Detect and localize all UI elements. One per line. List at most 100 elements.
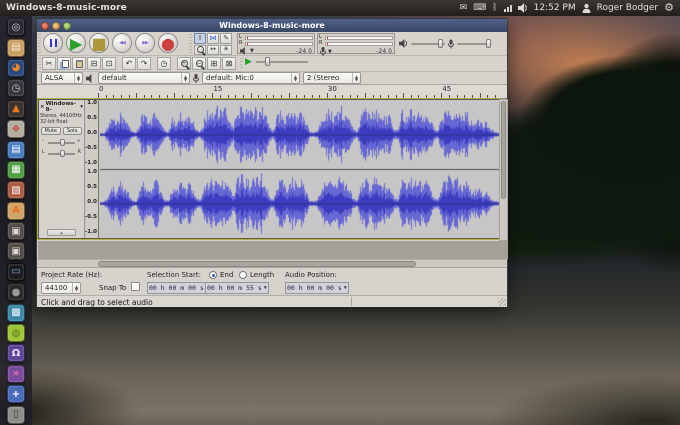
launcher-item-libreoffice-impress[interactable]: ▧ [0,180,32,200]
audio-host-select[interactable]: ALSA ▲ ▼ [41,72,83,84]
mute-button[interactable]: Mute [41,127,61,135]
playback-device-select[interactable]: default ▲ ▼ [98,72,190,84]
launcher-item-libreoffice-writer[interactable]: ▤ [0,139,32,159]
minimize-button[interactable] [52,21,60,30]
recording-device-select[interactable]: default: Mic:0 ▲ ▼ [202,72,300,84]
toolbar-grip[interactable] [189,34,192,53]
envelope-tool-button[interactable]: ⋈ [207,33,219,44]
window-titlebar[interactable]: Windows-8-music-more [37,19,507,32]
undo-button[interactable]: ↶ [122,57,136,70]
launcher-item-ubuntu-one[interactable]: ◍ [0,323,32,343]
vertical-scrollbar[interactable] [499,99,508,241]
transport-toolbar: ▶ ■ ◀◀ ▶▶ ● [43,33,178,53]
channels-select[interactable]: 2 (Stereo ▲ ▼ [303,72,361,84]
track-menu-icon[interactable]: ▾ [80,104,83,110]
ruler-tick [227,95,229,98]
play-button[interactable]: ▶ [66,33,86,53]
solo-button[interactable]: Solo [62,127,82,135]
zoom-tool-button[interactable] [194,44,206,55]
network-icon[interactable] [503,4,512,12]
audio-track[interactable]: × Windows-8- ▾ Stereo, 44100Hz 32-bit fl… [38,99,499,239]
track-background-area[interactable] [38,241,508,259]
waveform-display[interactable] [100,100,499,238]
launcher-item-libreoffice-calc[interactable]: ▦ [0,160,32,180]
skip-start-button[interactable]: ◀◀ [112,33,132,53]
skip-end-button[interactable]: ▶▶ [135,33,155,53]
pan-slider[interactable]: L R [42,149,81,157]
horizontal-scrollbar[interactable] [38,259,506,267]
launcher-item-installer[interactable]: + [0,384,32,404]
image-viewer-icon: ▭ [7,262,25,281]
stop-button[interactable]: ■ [89,33,109,53]
zoom-in-button[interactable] [177,57,191,70]
volume-icon[interactable] [517,3,528,13]
snap-to-checkbox[interactable] [131,282,140,291]
launcher-item-photos[interactable]: ❖ [0,119,32,139]
dropdown-arrow-icon[interactable]: ▼ [250,48,254,54]
selection-end-field[interactable]: 00 h 00 m 55 s ▼ [205,282,269,294]
track-close-icon[interactable]: × [40,104,45,110]
mail-icon[interactable]: ✉ [460,0,468,16]
bluetooth-icon[interactable]: ᛒ [492,0,497,16]
launcher-item-video-editor[interactable]: ▩ [0,302,32,322]
sync-lock-button[interactable]: ◷ [157,57,171,70]
launcher-item-screencast-tool[interactable]: ▣ [0,241,32,261]
clock[interactable]: 12:52 PM [534,3,576,13]
length-radio[interactable] [239,271,247,279]
launcher-item-webcam-app[interactable]: ● [0,282,32,302]
status-message: Click and drag to select audio [41,298,153,307]
redo-button[interactable]: ↷ [137,57,151,70]
zoom-out-button[interactable] [192,57,206,70]
time-shift-tool-button[interactable]: ↔ [207,44,219,55]
ruler-tick [365,93,367,98]
play-icon: ▶ [69,33,83,53]
launcher-item-dash-home[interactable]: ◎ [0,17,32,37]
dropdown-arrow-icon[interactable]: ▼ [328,49,332,55]
resize-grip[interactable] [498,298,506,306]
selection-tool-button[interactable]: Ι [194,33,206,44]
play-at-speed-icon[interactable]: ▶ [245,57,252,67]
output-volume-slider[interactable] [411,38,445,48]
fit-selection-button[interactable]: ⊞ [207,57,221,70]
draw-tool-button[interactable]: ✎ [220,33,232,44]
launcher-item-clock-app[interactable]: ◷ [0,78,32,98]
toolbar-grip[interactable] [38,58,41,69]
track-collapse-button[interactable]: ▴ [47,229,76,236]
launcher-item-screenshot-tool[interactable]: ▣ [0,221,32,241]
toolbar-grip[interactable] [38,34,41,53]
paste-button[interactable] [72,57,86,70]
record-button[interactable]: ● [158,33,178,53]
cut-button[interactable]: ✂ [42,57,56,70]
launcher-item-firefox[interactable]: ◕ [0,58,32,78]
multi-tool-button[interactable]: ✳ [220,44,232,55]
launcher-item-image-viewer[interactable]: ▭ [0,262,32,282]
fit-project-button[interactable]: ⊠ [222,57,236,70]
gain-slider[interactable]: - + [42,138,81,146]
silence-button[interactable]: ⊡ [102,57,116,70]
project-rate-select[interactable]: 44100 ▲ ▼ [41,282,81,294]
launcher-item-archive-manager[interactable]: ▯ [0,404,32,424]
play-speed-slider[interactable] [255,57,308,66]
gear-icon[interactable]: ⚙ [664,0,674,16]
toolbar-grip[interactable] [240,58,243,69]
username[interactable]: Roger Bodger [597,3,659,13]
selection-start-field[interactable]: 00 h 00 m 00 s▼ [147,282,211,294]
launcher-item-vlc[interactable]: ▲ [0,99,32,119]
trim-button[interactable]: ⊟ [87,57,101,70]
launcher-item-software-center[interactable]: A [0,201,32,221]
track-name[interactable]: Windows-8- [46,101,80,113]
playback-meter[interactable]: L R ▼ -24 0 [237,33,315,55]
copy-button[interactable] [57,57,71,70]
launcher-item-podcast-app[interactable]: » [0,364,32,384]
maximize-button[interactable] [63,21,71,30]
audio-position-field[interactable]: 00 h 00 m 00 s ▼ [285,282,349,294]
end-radio[interactable] [209,271,217,279]
timeline-ruler[interactable]: 0 15 30 45 [37,85,507,99]
launcher-item-music-app[interactable]: Ω [0,343,32,363]
close-button[interactable] [41,21,49,30]
launcher-item-files[interactable]: ▤ [0,37,32,57]
keyboard-icon[interactable]: ⌨ [473,0,486,16]
pause-button[interactable] [43,33,63,53]
recording-meter[interactable]: L R ▼ -24 0 [317,33,395,56]
input-volume-slider[interactable] [457,38,491,48]
